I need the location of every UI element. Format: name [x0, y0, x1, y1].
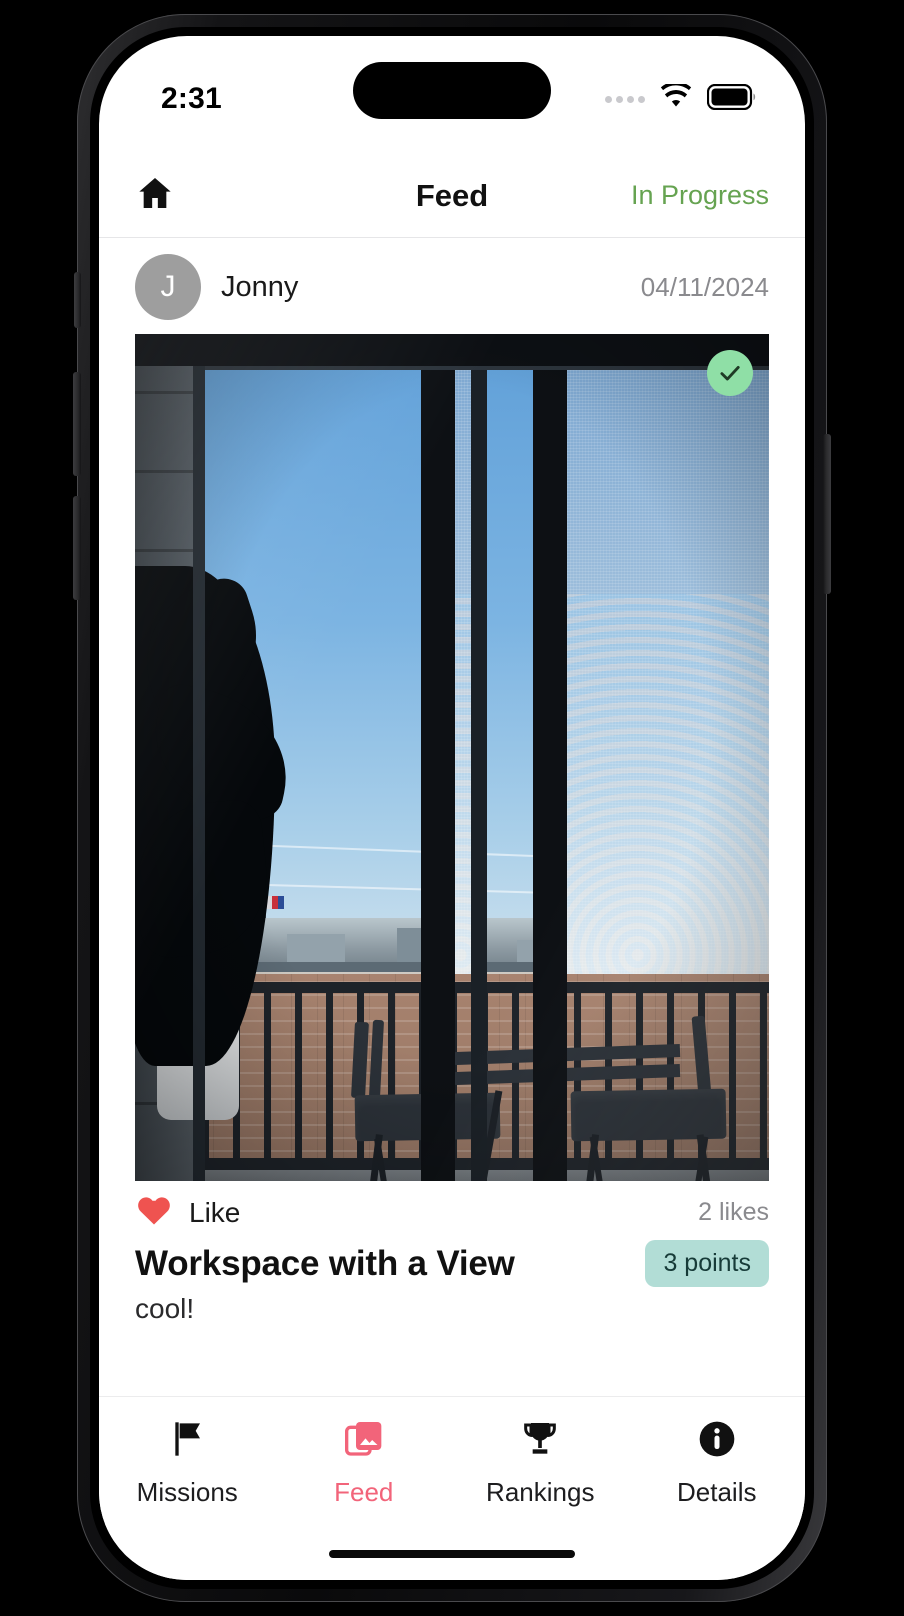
tab-label-missions: Missions: [136, 1477, 238, 1507]
title-row: Workspace with a View 3 points: [99, 1234, 805, 1287]
volume-up-button[interactable]: [73, 372, 81, 476]
signal-dots-icon: [605, 95, 645, 103]
status-bar: 2:31: [99, 36, 805, 154]
avatar-initial: J: [160, 270, 176, 303]
post-caption: cool!: [135, 1293, 195, 1324]
mission-status-label[interactable]: In Progress: [631, 180, 769, 211]
like-button[interactable]: Like: [135, 1193, 240, 1232]
phone-frame: 2:31 Feed In Progress J Jonny 04/11/2024…: [73, 14, 831, 1602]
home-button[interactable]: [135, 173, 175, 218]
feed-scroll-area[interactable]: J Jonny 04/11/2024 Like 2 likes Workspac…: [99, 238, 805, 1396]
tab-missions[interactable]: Missions: [99, 1419, 276, 1580]
tab-details[interactable]: Details: [629, 1419, 806, 1580]
points-badge: 3 points: [645, 1240, 769, 1287]
tab-label-feed: Feed: [334, 1477, 394, 1507]
check-circle-icon: [707, 350, 753, 396]
silent-switch[interactable]: [74, 272, 81, 328]
tab-bar: Missions Feed Rankings Details: [99, 1396, 805, 1580]
phone-screen: 2:31 Feed In Progress J Jonny 04/11/2024…: [99, 36, 805, 1580]
home-indicator[interactable]: [329, 1550, 575, 1558]
dynamic-island: [353, 62, 551, 119]
likes-count: 2 likes: [698, 1198, 769, 1226]
trophy-icon: [520, 1419, 560, 1464]
post-author[interactable]: Jonny: [221, 271, 298, 304]
battery-icon: [706, 83, 757, 115]
post-title: Workspace with a View: [135, 1243, 515, 1283]
power-button[interactable]: [823, 434, 831, 594]
photos-icon: [344, 1419, 384, 1464]
post-card: J Jonny 04/11/2024 Like 2 likes Workspac…: [99, 238, 805, 1325]
wifi-icon: [659, 81, 693, 114]
post-photo[interactable]: [135, 334, 769, 1181]
status-bar-indicators: [605, 81, 757, 115]
flag-icon: [167, 1419, 207, 1464]
info-icon: [697, 1419, 737, 1464]
nav-header: Feed In Progress: [99, 154, 805, 238]
engagement-row: Like 2 likes: [99, 1181, 805, 1234]
status-bar-time: 2:31: [161, 82, 222, 115]
phone-bezel: 2:31 Feed In Progress J Jonny 04/11/2024…: [90, 27, 814, 1589]
tab-label-rankings: Rankings: [486, 1477, 595, 1507]
avatar[interactable]: J: [135, 254, 201, 320]
post-header: J Jonny 04/11/2024: [99, 238, 805, 334]
like-label: Like: [189, 1196, 241, 1228]
home-icon: [135, 173, 175, 218]
volume-down-button[interactable]: [73, 496, 81, 600]
tab-label-details: Details: [677, 1477, 757, 1507]
heart-icon: [135, 1193, 173, 1232]
post-date: 04/11/2024: [640, 271, 769, 302]
